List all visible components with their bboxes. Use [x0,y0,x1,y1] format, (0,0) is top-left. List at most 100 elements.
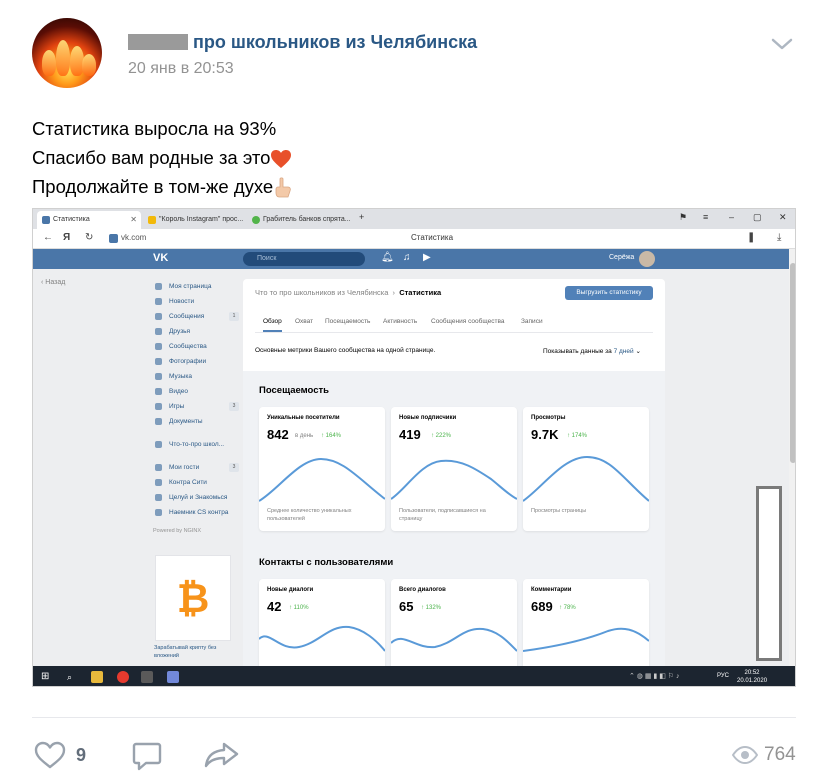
user-avatar[interactable] [639,251,655,267]
menu-item[interactable]: Сообщества [153,339,237,354]
tab-overview[interactable]: Обзор [263,318,282,332]
menu-item[interactable]: Что-то-про школ... [153,437,237,452]
back-arrow-icon[interactable]: ← [43,232,53,243]
reload-icon[interactable]: ↻ [85,232,93,243]
share-icon[interactable] [204,741,240,769]
bookmarks-icon[interactable]: ⚑ [679,212,687,223]
card-value: 65 [399,599,414,614]
menu-item[interactable]: Игры 3 [153,399,239,414]
minimize-icon[interactable]: – [729,212,734,222]
menu-item[interactable]: Мои гости 3 [153,460,239,475]
menu-item[interactable]: Документы [153,414,237,429]
menu-item[interactable]: Видео [153,384,237,399]
like-count[interactable]: 9 [76,745,86,766]
comment-icon[interactable] [132,741,162,771]
stat-card[interactable]: Уникальные посетители 842 в день ↑ 164% … [259,407,385,531]
tab-posts[interactable]: Записи [521,318,543,325]
menu-item[interactable]: Контра Сити [153,475,237,490]
chevron-down-icon[interactable] [770,36,794,52]
stat-card[interactable]: Новые подписчики 419 ↑ 222% Пользователи… [391,407,517,531]
url-text[interactable]: vk.com [121,233,146,242]
address-bar: ← Я ↻ vk.com Статистика ❚ ⤓ [33,229,795,249]
app-icon [155,479,162,486]
language-indicator[interactable]: РУС [717,673,729,679]
groups-icon [155,343,162,350]
back-link[interactable]: ‹ Назад [41,279,65,286]
ad-banner[interactable]: ₿ [155,555,231,641]
documents-icon [155,418,162,425]
card-sparkline [523,455,649,502]
clock-time: 20:52 [744,670,760,676]
post-date[interactable]: 20 янв в 20:53 [128,60,234,78]
vk-logo[interactable]: VK [153,252,168,264]
app-icon[interactable] [141,671,153,683]
page-scrollbar[interactable] [789,249,795,669]
close-window-icon[interactable]: ✕ [779,212,787,223]
browser-tab[interactable]: "Король Instagram" прос... [143,211,245,229]
music-icon[interactable]: ♫ [403,252,411,263]
browser-tab[interactable]: Грабитель банков спрята... [247,211,351,229]
tab-messages[interactable]: Сообщения сообщества [431,318,504,325]
yandex-browser-icon[interactable] [117,671,129,683]
search-icon[interactable]: ⌕ [67,671,79,683]
menu-item[interactable]: Моя страница [153,279,237,294]
breadcrumb-group[interactable]: Что то про школьников из Челябинска [255,288,388,297]
menu-item-label: Друзья [169,328,191,335]
stat-card[interactable]: Просмотры 9.7K ↑ 174% Просмотры страницы [523,407,649,531]
post-line-with-emoji: Продолжайте в том-же духе [32,172,293,201]
windows-start-icon[interactable]: ⊞ [41,671,53,683]
maximize-icon[interactable]: ▢ [753,212,762,223]
menu-item-label: Сообщения [169,313,205,320]
view-count: 764 [764,744,796,765]
card-value: 689 [531,599,553,614]
taskbar-clock[interactable]: 20:52 20.01.2020 [737,669,767,685]
messages-icon [155,313,162,320]
tab-activity[interactable]: Активность [383,318,417,325]
play-icon[interactable]: ▶ [423,252,431,263]
vk-search-input[interactable]: Поиск [243,252,365,266]
flame-decoration [42,50,56,76]
menu-item-label: Игры [169,403,185,410]
menu-item-label: Контра Сити [169,479,207,486]
tray-icons[interactable]: ⌃ ◍ ▦ ▮ ◧ ⚐ ♪ [629,671,689,683]
menu-item-label: Документы [169,418,203,425]
menu-item[interactable]: Друзья [153,324,237,339]
user-name[interactable]: Серёжа [609,254,634,261]
like-heart-icon[interactable] [34,741,66,769]
attached-screenshot[interactable]: Статистика ✕ "Король Instagram" прос... … [32,208,796,687]
card-growth: ↑ 78% [559,605,576,611]
menu-item[interactable]: Наемник CS контра [153,505,237,520]
tab-reach[interactable]: Охват [295,318,313,325]
export-stats-button[interactable]: Выгрузить статистику [565,286,653,300]
menu-item[interactable]: Новости [153,294,237,309]
download-icon[interactable]: ⤓ [777,232,781,243]
menu-item[interactable]: Музыка [153,369,237,384]
menu-item-label: Фотографии [169,358,207,365]
new-tab-icon[interactable]: + [359,212,364,222]
bookmark-icon[interactable]: ❚ [747,232,755,243]
ad-text[interactable]: Зарабатывай крипту без вложений [154,644,234,660]
period-value[interactable]: 7 дней [614,348,634,355]
group-avatar[interactable] [32,18,102,88]
file-explorer-icon[interactable] [91,671,103,683]
scrollbar-thumb[interactable] [790,263,795,463]
group-name-link[interactable]: про школьников из Челябинска [193,32,477,53]
group-icon [155,441,162,448]
menu-item[interactable]: Фотографии [153,354,237,369]
footer-divider [32,717,796,718]
card-description: Среднее количество уникальных пользовате… [267,508,352,522]
menu-icon[interactable]: ≡ [703,212,708,222]
browser-tab[interactable]: Статистика ✕ [37,211,141,229]
post-line-with-emoji: Спасибо вам родные за это [32,143,293,172]
card-title: Комментарии [531,587,572,593]
card-value: 42 [267,599,282,614]
bell-icon[interactable]: 🔔︎ [381,252,394,263]
card-growth: ↑ 164% [321,433,342,439]
period-selector[interactable]: Показывать данные за 7 дней ⌄ [543,347,641,355]
tab-attendance[interactable]: Посещаемость [325,318,370,325]
yandex-icon[interactable]: Я [63,232,70,243]
menu-item[interactable]: Сообщения 1 [153,309,239,324]
discord-icon[interactable] [167,671,179,683]
close-icon[interactable]: ✕ [130,211,137,229]
menu-item[interactable]: Целуй и Знакомься [153,490,237,505]
